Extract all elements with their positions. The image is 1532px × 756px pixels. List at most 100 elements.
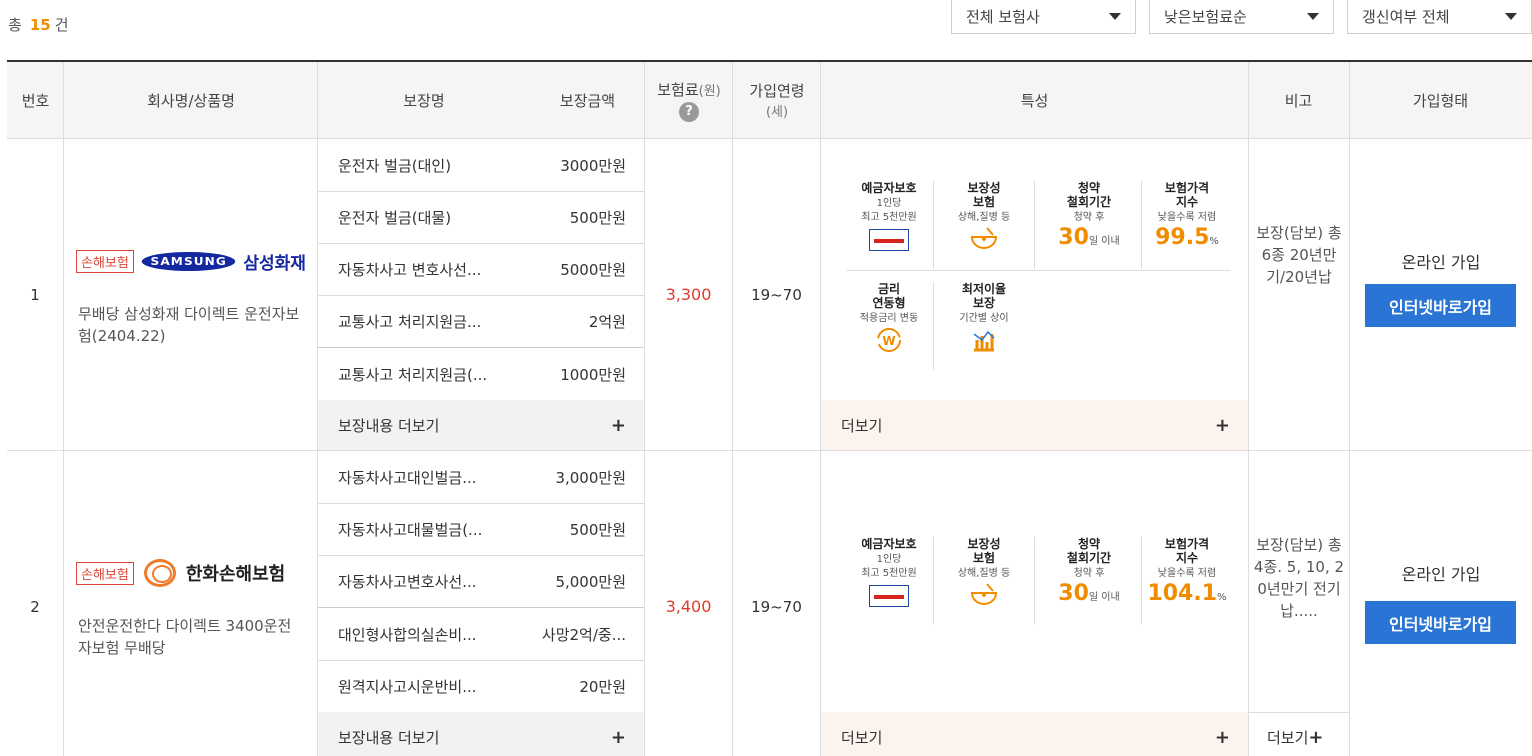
- withdraw-days: 30: [1058, 225, 1089, 250]
- divider: [1034, 537, 1035, 625]
- header-premium: 보험료(원) ?: [645, 62, 733, 139]
- more-coverage-button[interactable]: 보장내용 더보기 +: [318, 712, 644, 756]
- feature-deposit-protection: 예금자보호 1인당 최고 5천만원: [846, 537, 932, 610]
- product-table: 번호 회사명/상품명 보장명 보장금액 보험료(원) ? 가입연령 (세) 특성…: [7, 60, 1532, 756]
- coverage-row: 교통사고 처리지원금(... 1000만원: [318, 348, 644, 400]
- coverage-amount: 20만원: [579, 677, 626, 696]
- svg-text:W: W: [882, 334, 895, 348]
- renewal-filter-select[interactable]: 갱신여부 전체: [1347, 0, 1532, 34]
- feature-price-index: 보험가격 지수 낮을수록 저렴 99.5%: [1141, 181, 1233, 250]
- coverage-amount: 5000만원: [560, 260, 626, 279]
- feature-title: 청약: [1077, 181, 1101, 195]
- feature-title: 지수: [1175, 551, 1199, 565]
- coverage-row: 자동차사고변호사선... 5,000만원: [318, 555, 644, 607]
- sort-select[interactable]: 낮은보험료순: [1149, 0, 1334, 34]
- feature-title: 최저이율: [961, 282, 1007, 296]
- header-coverage-name: 보장명: [318, 62, 530, 139]
- more-features-button[interactable]: 더보기 +: [821, 712, 1248, 756]
- feature-sub: 최고 5천만원: [861, 568, 917, 579]
- premium-unit: (원): [698, 83, 721, 99]
- feature-sub: 적용금리 변동: [859, 313, 919, 324]
- brand-name: 한화손해보험: [185, 564, 286, 585]
- feature-title: 연동형: [872, 296, 906, 310]
- coverage-row: 운전자 벌금(대물) 500만원: [318, 191, 644, 243]
- feature-price-index: 보험가격 지수 낮을수록 저렴 104.1%: [1141, 537, 1233, 606]
- header-features: 특성: [821, 62, 1248, 139]
- medicine-bowl-icon: [970, 227, 998, 249]
- feature-protection-insurance: 보장성 보험 상해,질병 등: [941, 537, 1027, 610]
- coverage-name: 자동차사고대물벌금(...: [338, 520, 483, 539]
- more-coverage-button[interactable]: 보장내용 더보기 +: [318, 400, 644, 450]
- brand-name: 삼성화재: [243, 254, 306, 274]
- premium-value: 3,300: [665, 285, 712, 304]
- feature-title: 보장성: [967, 181, 1001, 195]
- coverage-name: 자동차사고대인벌금...: [338, 468, 477, 487]
- insurer-filter-select[interactable]: 전체 보험사: [951, 0, 1136, 34]
- feature-sub: 낮을수록 저렴: [1157, 212, 1217, 223]
- product-name-link[interactable]: 무배당 삼성화재 다이렉트 운전자보험(2404.22): [78, 303, 303, 347]
- premium-value: 3,400: [665, 597, 712, 616]
- feature-title: 보험: [972, 195, 996, 209]
- select-value: 갱신여부 전체: [1362, 8, 1450, 26]
- coverage-row: 자동차사고대인벌금... 3,000만원: [318, 451, 644, 503]
- samsung-logo: SAMSUNG: [141, 252, 236, 271]
- age-range: 19~70: [751, 597, 802, 616]
- feature-sub: 청약 후: [1073, 568, 1105, 579]
- plus-icon: +: [610, 726, 626, 748]
- coverage-amount: 3000만원: [560, 156, 626, 175]
- plus-icon: +: [610, 414, 626, 436]
- divider: [933, 282, 934, 370]
- coverage-amount: 사망2억/중...: [541, 625, 626, 644]
- coverage-name: 대인형사합의실손비...: [338, 625, 477, 644]
- select-value: 낮은보험료순: [1164, 8, 1247, 26]
- join-cell: 온라인 가입 인터넷바로가입: [1350, 139, 1532, 450]
- withdraw-unit: 일 이내: [1088, 236, 1120, 247]
- category-badge: 손해보험: [76, 250, 134, 273]
- help-icon[interactable]: ?: [679, 101, 699, 122]
- feature-withdrawal-period: 청약 철회기간 청약 후 30일 이내: [1043, 537, 1135, 606]
- age-range: 19~70: [751, 285, 802, 304]
- count-prefix: 총: [8, 16, 22, 34]
- plus-icon: +: [1308, 726, 1324, 748]
- note-text: 보장(담보) 총 6종 20년만기/20년납: [1256, 224, 1342, 286]
- join-type-label: 온라인 가입: [1401, 253, 1481, 272]
- feature-title: 보험가격: [1164, 537, 1210, 551]
- feature-title: 청약: [1077, 537, 1101, 551]
- coverage-row: 자동차사고 변호사선... 5000만원: [318, 243, 644, 295]
- coverage-name: 자동차사고 변호사선...: [338, 260, 482, 279]
- coverage-amount: 500만원: [569, 520, 626, 539]
- premium-label: 보험료: [657, 80, 699, 99]
- coverage-amount: 2억원: [588, 312, 626, 331]
- coverage-name: 원격지사고시운반비...: [338, 677, 477, 696]
- divider: [933, 537, 934, 625]
- product-name-link[interactable]: 안전운전한다 다이렉트 3400운전자보험 무배당: [78, 615, 303, 659]
- feature-min-rate: 최저이율 보장 기간별 상이: [941, 282, 1027, 357]
- feature-title: 지수: [1175, 195, 1199, 209]
- coverage-amount: 1000만원: [560, 365, 626, 384]
- count-suffix: 건: [54, 16, 69, 34]
- note-text: 보장(담보) 총 4종. 5, 10, 20년만기 전기납.....: [1253, 536, 1345, 620]
- coverage-amount: 3,000만원: [555, 468, 626, 487]
- feature-sub: 최고 5천만원: [861, 212, 917, 223]
- row-number: 1: [30, 285, 40, 304]
- features-panel: 예금자보호 1인당 최고 5천만원 보장성 보험 상해,질병 등 청약 철회기간…: [821, 451, 1248, 712]
- internet-join-button[interactable]: 인터넷바로가입: [1365, 284, 1516, 327]
- more-features-button[interactable]: 더보기 +: [821, 400, 1248, 450]
- feature-title: 보험: [972, 551, 996, 565]
- feature-sub: 1인당: [876, 198, 902, 209]
- age-label: 가입연령: [749, 82, 805, 100]
- divider: [846, 270, 1230, 271]
- feature-withdrawal-period: 청약 철회기간 청약 후 30일 이내: [1043, 181, 1135, 250]
- count-number: 15: [29, 16, 51, 34]
- coverage-name: 교통사고 처리지원금(...: [338, 365, 488, 384]
- internet-join-button[interactable]: 인터넷바로가입: [1365, 601, 1516, 644]
- feature-sub: 기간별 상이: [959, 313, 1009, 324]
- feature-rate-linked: 금리 연동형 적용금리 변동 W: [846, 282, 932, 357]
- coverage-amount: 5,000만원: [555, 572, 626, 591]
- join-type-label: 온라인 가입: [1401, 565, 1481, 584]
- more-note-button[interactable]: 더보기 +: [1249, 712, 1349, 756]
- result-count: 총 15 건: [8, 14, 69, 35]
- company-logo-group: 손해보험 한화손해보험: [76, 559, 285, 587]
- divider: [1248, 62, 1249, 756]
- plus-icon: +: [1214, 414, 1230, 436]
